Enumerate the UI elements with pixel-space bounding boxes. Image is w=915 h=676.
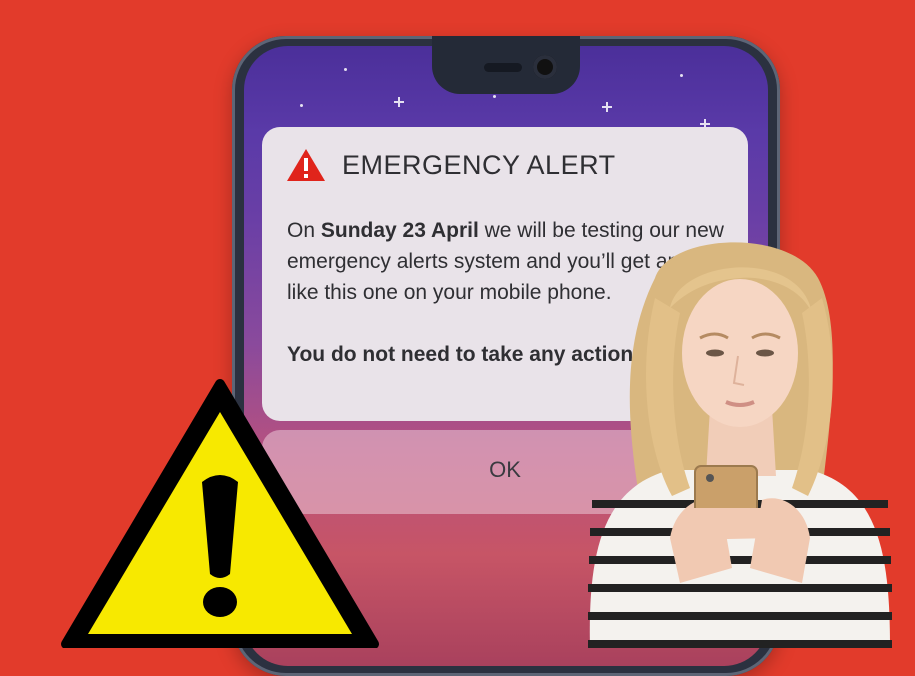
star-decoration [396, 99, 402, 105]
alert-header: EMERGENCY ALERT [286, 147, 616, 183]
star-decoration [680, 74, 683, 77]
star-decoration [344, 68, 347, 71]
woman-holding-phone-photo [588, 242, 892, 648]
phone-speaker [484, 63, 522, 72]
star-decoration [493, 95, 496, 98]
warning-triangle-icon [287, 149, 325, 181]
warning-sign-icon [61, 379, 379, 648]
star-decoration [604, 104, 610, 110]
alert-body-pre: On [287, 219, 321, 242]
phone-camera [533, 55, 557, 79]
alert-title: EMERGENCY ALERT [342, 149, 616, 180]
star-decoration [300, 104, 303, 107]
alert-body-date: Sunday 23 April [320, 219, 479, 242]
